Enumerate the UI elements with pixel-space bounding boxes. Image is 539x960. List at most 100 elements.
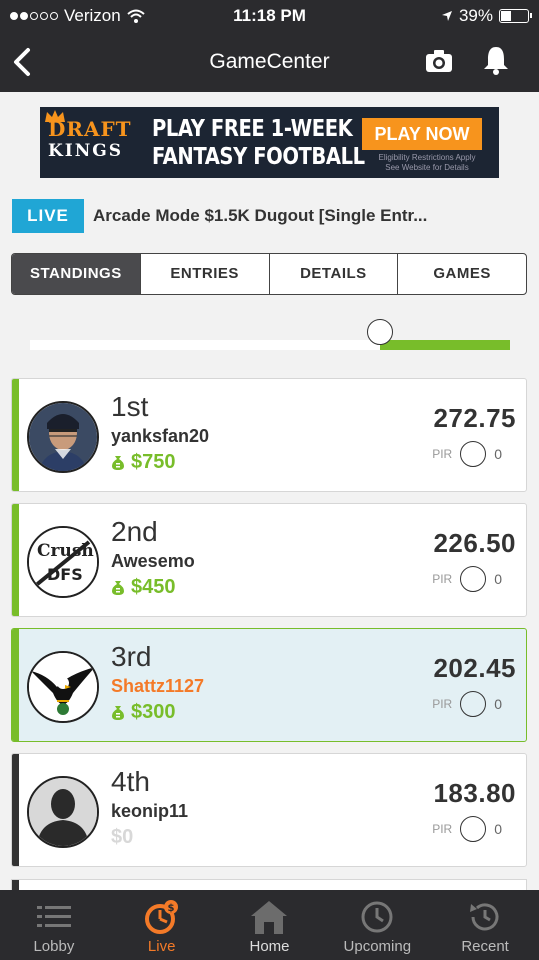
contest-title[interactable]: Arcade Mode $1.5K Dugout [Single Entr... [93,206,427,226]
prize-amount: $0 [111,826,133,849]
battery-icon [499,9,532,23]
avatar [27,401,99,473]
home-icon [251,901,288,934]
pir-indicator: PIR 0 [432,816,502,842]
bell-icon[interactable] [481,44,511,76]
money-bag-icon [112,455,124,470]
tab-entries[interactable]: ENTRIES [139,254,269,294]
tab-standings[interactable]: STANDINGS [12,254,140,294]
bottom-tab-bar: Lobby $ Live Home Upcoming Recent [0,890,539,960]
avatar: Crush DFS [27,526,99,598]
catcher-photo-avatar [29,403,97,471]
tab-live[interactable]: $ Live [108,890,216,960]
ad-headline: PLAY FREE 1-WEEK FANTASY FOOTBALL [152,115,365,171]
pir-label: PIR [432,822,453,836]
pir-ring-icon [460,816,487,842]
tab-home-label: Home [249,938,290,955]
row-accent [12,379,19,491]
fantasy-points: 272.75 [433,403,516,433]
pir-value: 0 [494,446,502,462]
username[interactable]: yanksfan20 [111,426,209,447]
page-title: GameCenter [209,50,330,73]
status-bar: Verizon 11:18 PM 39% [0,0,539,32]
pir-label: PIR [432,572,453,586]
pir-indicator: PIR 0 [432,441,502,467]
prize-amount: $750 [111,451,176,474]
prize-value: $0 [111,826,134,848]
tab-home[interactable]: Home [216,890,324,960]
standings-progress-bar [30,319,510,350]
nav-bar: GameCenter [0,32,539,92]
rank-label: 2nd [111,516,158,547]
standing-row[interactable]: Crush DFS 2nd Awesemo $450 226.50 PIR 0 [11,503,527,617]
pir-indicator: PIR 0 [432,566,502,592]
username[interactable]: Shattz1127 [111,676,204,697]
ad-fine-print: Eligibility Restrictions Apply See Websi… [362,153,492,173]
standing-row[interactable]: 4th keonip11 $0 183.80 PIR 0 [11,753,527,867]
money-bag-icon [112,705,124,720]
live-stopwatch-icon: $ [144,900,178,934]
draftkings-logo: DRAFT KINGS [45,110,148,161]
eagle-avatar [29,653,97,721]
draftkings-ad-banner[interactable]: DRAFT KINGS PLAY FREE 1-WEEK FANTASY FOO… [40,107,499,178]
avatar [27,651,99,723]
tab-lobby[interactable]: Lobby [0,890,108,960]
fine-print-line-1: Eligibility Restrictions Apply [378,153,476,162]
crush-dfs-logo-avatar: Crush DFS [29,528,97,596]
location-arrow-icon [441,11,452,21]
pir-value: 0 [494,696,502,712]
fantasy-points: 183.80 [433,778,516,808]
tab-details[interactable]: DETAILS [268,254,398,294]
clock-icon [361,901,393,933]
pir-ring-icon [460,566,487,592]
pir-label: PIR [432,697,453,711]
ad-headline-line-2: FANTASY FOOTBALL [152,144,365,170]
fantasy-points: 226.50 [433,528,516,558]
prize-value: $750 [131,451,176,473]
rank-label: 1st [111,391,149,422]
tab-recent-label: Recent [461,938,509,955]
camera-icon[interactable] [424,46,454,76]
prize-value: $450 [131,576,176,598]
username[interactable]: keonip11 [111,801,188,822]
svg-text:$: $ [167,903,174,914]
tab-games[interactable]: GAMES [397,254,526,294]
live-badge: LIVE [12,199,84,233]
pir-ring-icon [460,441,487,467]
fantasy-points: 202.45 [433,653,516,683]
crown-icon [45,110,65,122]
rank-label: 4th [111,766,150,797]
pir-value: 0 [494,821,502,837]
standing-row[interactable]: 1st yanksfan20 $750 272.75 PIR 0 [11,378,527,492]
pir-indicator: PIR 0 [432,691,502,717]
pir-label: PIR [432,447,453,461]
history-icon [470,903,499,931]
rank-label: 3rd [111,641,152,672]
progress-fill [380,340,510,350]
standing-row-current-user[interactable]: 3rd Shattz1127 $300 202.45 PIR 0 [11,628,527,742]
pir-value: 0 [494,571,502,587]
row-accent [12,754,19,866]
row-accent [12,504,19,616]
tab-upcoming[interactable]: Upcoming [323,890,431,960]
svg-text:Crush: Crush [37,541,94,561]
contest-tabs: STANDINGS ENTRIES DETAILS GAMES [11,253,527,295]
battery-percent: 39% [458,6,493,25]
list-icon [36,906,71,927]
ad-headline-line-1: PLAY FREE 1-WEEK [152,116,353,142]
username[interactable]: Awesemo [111,551,195,572]
tab-recent[interactable]: Recent [431,890,539,960]
prize-value: $300 [131,701,176,723]
play-now-button[interactable]: PLAY NOW [362,118,482,150]
tab-upcoming-label: Upcoming [343,938,412,955]
prize-amount: $450 [111,576,176,599]
avatar [27,776,99,848]
prize-amount: $300 [111,701,176,724]
pir-ring-icon [460,691,487,717]
svg-text:DFS: DFS [47,565,83,584]
row-accent [12,629,19,741]
logo-line-2: KINGS [48,141,124,161]
tab-live-label: Live [147,938,176,955]
tab-lobby-label: Lobby [33,938,75,955]
money-bag-icon [112,580,124,595]
